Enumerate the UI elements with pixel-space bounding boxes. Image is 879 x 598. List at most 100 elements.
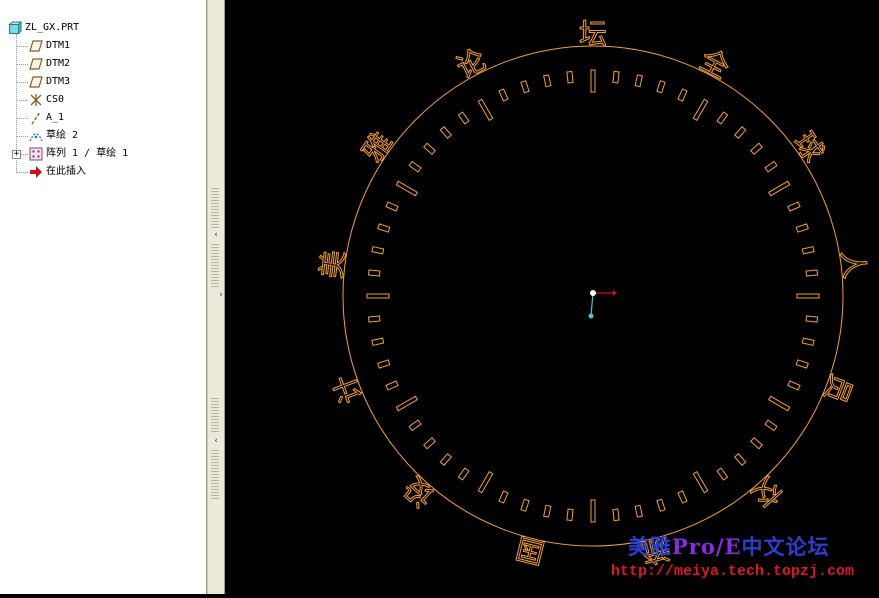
minor-tick: [656, 80, 666, 94]
dial-character: 交: [745, 470, 788, 513]
minor-tick: [377, 223, 391, 233]
tree-connector: [16, 136, 28, 137]
tree-item-cs0[interactable]: CS0: [29, 91, 64, 109]
datum-plane-icon: [29, 75, 43, 89]
tree-item-sketch2[interactable]: 草绘 2: [29, 127, 78, 145]
minor-tick: [787, 380, 801, 391]
tree-item-axis[interactable]: A_1: [29, 109, 64, 127]
minor-tick: [408, 160, 422, 173]
tree-connector: [20, 154, 28, 155]
major-tick: [395, 395, 419, 412]
minor-tick: [750, 142, 763, 156]
watermark-suffix: 中文论坛: [741, 534, 830, 559]
minor-tick: [423, 436, 436, 450]
tree-connector: [16, 118, 28, 119]
tree-item-label: 阵列 1 / 草绘 1: [46, 148, 129, 159]
pattern-icon: [29, 147, 43, 161]
minor-tick: [716, 111, 729, 125]
major-tick: [395, 180, 419, 197]
minor-tick: [764, 160, 778, 173]
tree-item-label: DTM3: [46, 76, 71, 87]
tree-item-dtm3[interactable]: DTM3: [29, 73, 70, 91]
major-tick: [366, 293, 390, 299]
splitter-grip[interactable]: [211, 450, 219, 500]
major-tick: [767, 180, 791, 197]
major-tick: [477, 98, 494, 122]
dial-sketch: 坛全球人员交流国设计美雅论: [314, 17, 871, 570]
minor-tick: [716, 467, 729, 481]
tree-connector: [16, 100, 28, 101]
minor-tick: [457, 111, 470, 125]
sketch-icon: [29, 129, 43, 143]
tree-item-label: DTM1: [46, 40, 71, 51]
minor-tick: [498, 88, 509, 102]
collapse-left-icon[interactable]: ‹: [211, 230, 221, 240]
major-tick: [477, 470, 494, 494]
minor-tick: [367, 269, 381, 277]
tree-connector: [16, 64, 28, 65]
watermark-product: Pro/E: [672, 534, 742, 559]
splitter-grip[interactable]: [211, 244, 219, 288]
minor-tick: [801, 337, 815, 346]
tree-item-dtm1[interactable]: DTM1: [29, 37, 70, 55]
minor-tick: [367, 315, 381, 323]
major-tick: [692, 470, 709, 494]
tree-item-label: 在此插入: [46, 166, 86, 177]
major-tick: [767, 395, 791, 412]
major-tick: [590, 499, 596, 523]
expand-toggle[interactable]: +: [12, 150, 21, 159]
major-tick: [796, 293, 820, 299]
panel-splitter[interactable]: ‹ › ‹: [207, 0, 225, 594]
minor-tick: [566, 70, 574, 84]
insert-here-arrow-icon: [29, 165, 43, 179]
minor-tick: [764, 419, 778, 432]
minor-tick: [612, 70, 620, 84]
minor-tick: [795, 359, 809, 369]
dial-character: 美: [315, 249, 351, 281]
minor-tick: [805, 269, 819, 277]
tree-item-label: A_1: [46, 112, 65, 123]
minor-tick: [423, 142, 436, 156]
tree-item-pattern1[interactable]: 阵列 1 / 草绘 1: [29, 145, 128, 163]
model-tree-panel: ZL_GX.PRT DTM1 DTM2 DTM3 CS0 A_1 草绘 2 + …: [0, 0, 207, 594]
minor-tick: [795, 223, 809, 233]
tree-connector: [16, 172, 28, 173]
minor-tick: [439, 126, 453, 139]
splitter-grip[interactable]: [211, 398, 219, 434]
splitter-grip[interactable]: [211, 188, 219, 228]
watermark-title: 美雅Pro/E中文论坛: [628, 531, 830, 561]
part-icon: [8, 20, 23, 35]
tree-item-part[interactable]: ZL_GX.PRT: [8, 19, 79, 37]
tree-item-insert-here[interactable]: 在此插入: [29, 163, 86, 181]
minor-tick: [498, 490, 509, 504]
minor-tick: [520, 80, 530, 94]
minor-tick: [371, 337, 385, 346]
graphics-window[interactable]: 坛全球人员交流国设计美雅论: [225, 0, 879, 594]
dial-character: 坛: [579, 18, 607, 51]
dial-character: 人: [835, 249, 871, 281]
datum-plane-icon: [29, 57, 43, 71]
watermark-url[interactable]: http://meiya.tech.topzj.com: [611, 563, 854, 580]
minor-tick: [634, 504, 643, 518]
dial-character: 球: [787, 126, 830, 168]
minor-tick: [677, 490, 688, 504]
collapse-left-icon[interactable]: ‹: [211, 436, 221, 446]
dial-character: 论: [451, 43, 491, 85]
minor-tick: [566, 508, 574, 522]
minor-tick: [787, 201, 801, 212]
minor-tick: [377, 359, 391, 369]
minor-tick: [677, 88, 688, 102]
dial-character: 计: [328, 370, 369, 408]
tree-item-label: 草绘 2: [46, 130, 79, 141]
datum-axis-icon: [29, 111, 43, 125]
minor-tick: [750, 436, 763, 450]
dial-character: 员: [818, 370, 859, 408]
minor-tick: [439, 453, 453, 466]
minor-tick: [408, 419, 422, 432]
coordinate-system-marker: [588, 290, 617, 319]
tree-connector: [16, 82, 28, 83]
minor-tick: [371, 246, 385, 255]
minor-tick: [520, 498, 530, 512]
tree-item-dtm2[interactable]: DTM2: [29, 55, 70, 73]
minor-tick: [733, 453, 747, 466]
